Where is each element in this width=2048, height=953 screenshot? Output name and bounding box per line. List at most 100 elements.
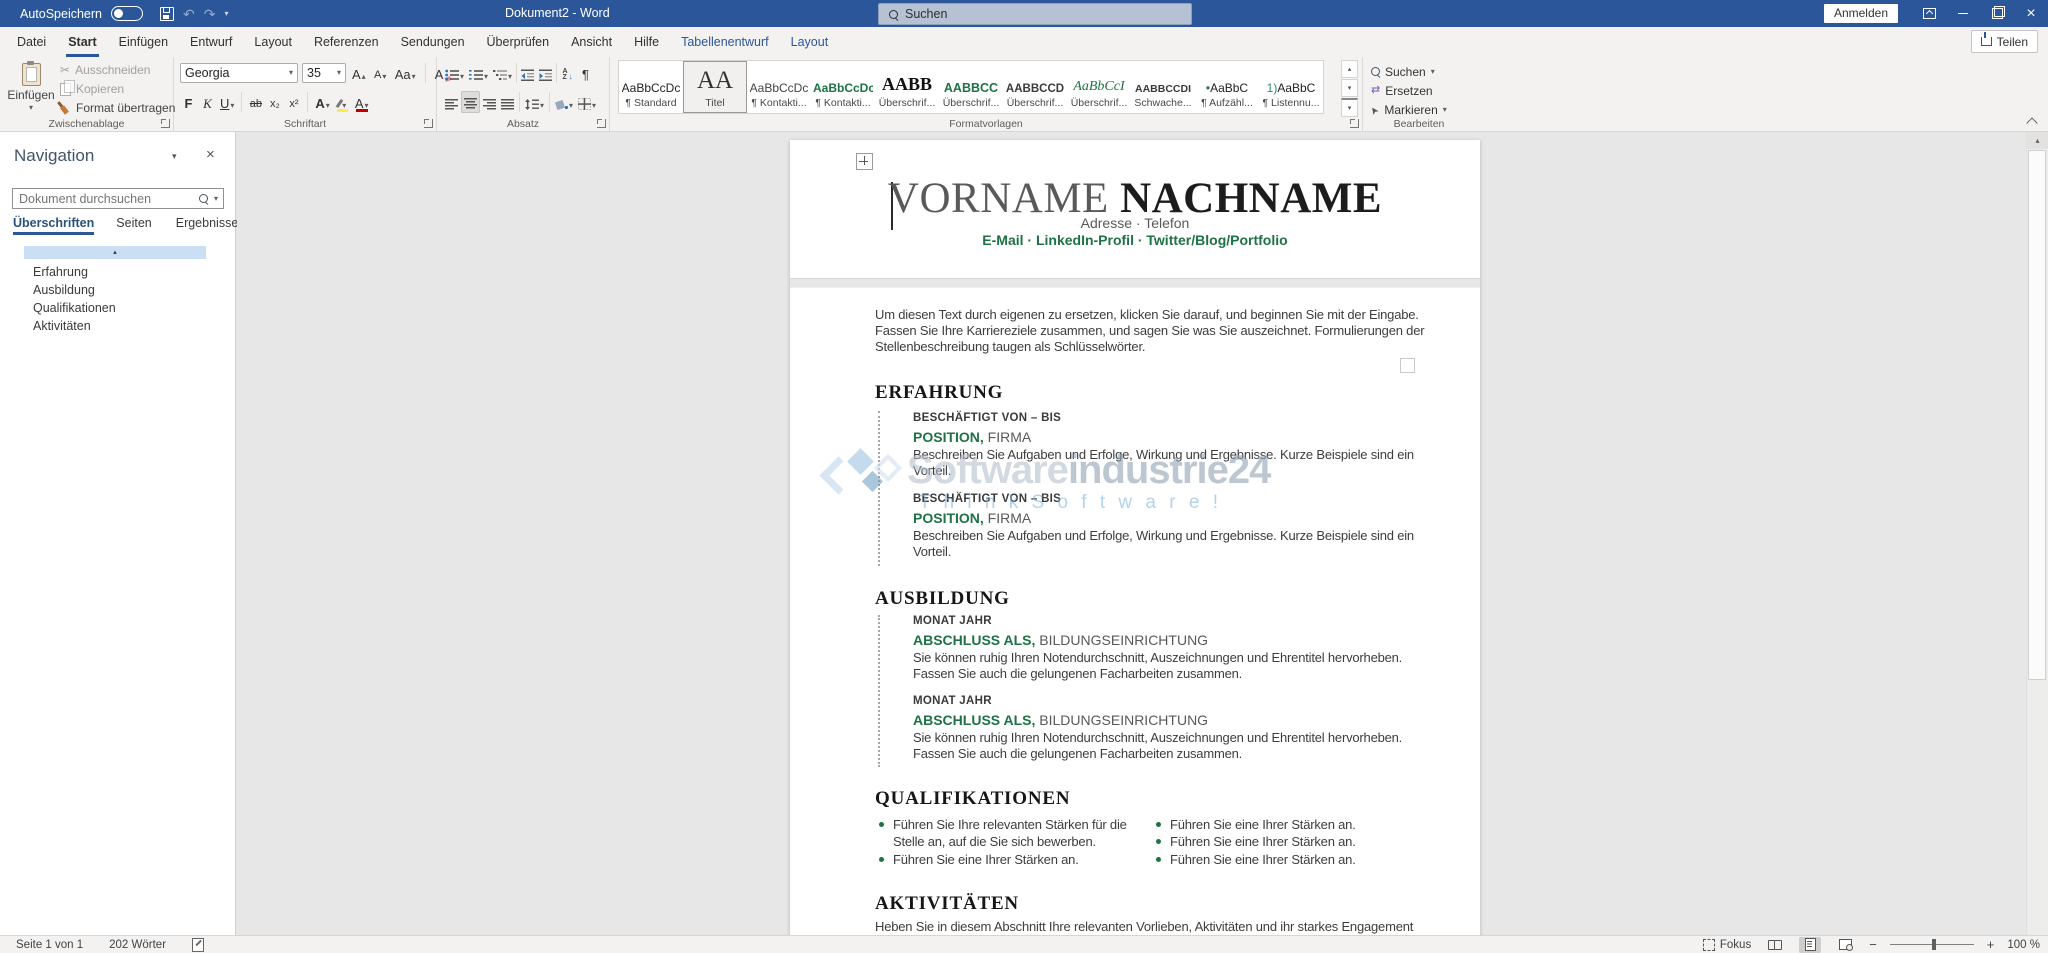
undo-icon[interactable]: ↶ <box>183 7 195 21</box>
increase-indent-button[interactable] <box>537 62 554 84</box>
heading-erfahrung[interactable]: ERFAHRUNG <box>875 382 1003 404</box>
tab-datei[interactable]: Datei <box>6 27 57 57</box>
styles-scroll-up-button[interactable]: ▴ <box>1341 60 1358 78</box>
change-case-button[interactable]: Aa▾ <box>393 62 418 84</box>
tab-ueberpruefen[interactable]: Überprüfen <box>476 27 561 57</box>
heading-aktivitaeten[interactable]: AKTIVITÄTEN <box>875 893 1019 915</box>
page-indicator[interactable]: Seite 1 von 1 <box>16 939 83 951</box>
word-count[interactable]: 202 Wörter <box>109 939 166 951</box>
formatvorlagen-dialog-launcher-icon[interactable] <box>1350 119 1359 128</box>
ribbon-display-options-button[interactable] <box>1912 0 1946 27</box>
print-layout-button[interactable] <box>1799 937 1821 953</box>
zoom-slider[interactable] <box>1890 944 1974 946</box>
tab-referenzen[interactable]: Referenzen <box>303 27 390 57</box>
italic-button[interactable]: K <box>199 91 216 113</box>
document-search-input[interactable] <box>13 192 199 206</box>
job1-dates[interactable]: BESCHÄFTIGT VON – BIS <box>913 412 1061 424</box>
skill-right-3[interactable]: Führen Sie eine Ihrer Stärken an. <box>1170 852 1356 867</box>
restore-button[interactable] <box>1980 0 2014 27</box>
edu1-description[interactable]: Sie können ruhig Ihren Notendurchschnitt… <box>913 650 1402 682</box>
tab-entwurf[interactable]: Entwurf <box>179 27 243 57</box>
grow-font-button[interactable]: A▴ <box>350 62 368 84</box>
font-color-button[interactable]: A▾ <box>353 91 371 113</box>
nav-tab-seiten[interactable]: Seiten <box>116 216 151 235</box>
job2-description[interactable]: Beschreiben Sie Aufgaben und Erfolge, Wi… <box>913 528 1414 560</box>
nav-tab-ueberschriften[interactable]: Überschriften <box>13 216 94 235</box>
tab-sendungen[interactable]: Sendungen <box>390 27 476 57</box>
zoom-out-button[interactable]: − <box>1869 937 1877 952</box>
save-icon[interactable] <box>160 7 174 21</box>
font-name-combobox[interactable]: Georgia ▾ <box>180 63 298 83</box>
style-kontakt2[interactable]: AaBbCcDc ¶ Kontakti... <box>811 61 875 113</box>
heading-ausbildung[interactable]: AUSBILDUNG <box>875 588 1010 610</box>
autosave-toggle[interactable] <box>111 6 143 21</box>
style-listennummer[interactable]: 1) AaBbC ¶ Listennu... <box>1259 61 1323 113</box>
tab-tabellenentwurf[interactable]: Tabellenentwurf <box>670 27 780 57</box>
table-move-handle-icon[interactable] <box>856 153 873 170</box>
bold-button[interactable]: F <box>180 91 197 113</box>
redo-icon[interactable]: ↷ <box>204 7 216 21</box>
style-kontakt1[interactable]: AaBbCcDc ¶ Kontakti... <box>747 61 811 113</box>
bullets-button[interactable]: ▾ <box>443 62 466 84</box>
intro-paragraph[interactable]: Um diesen Text durch eigenen zu ersetzen… <box>875 307 1424 356</box>
edu1-dates[interactable]: MONAT JAHR <box>913 615 992 627</box>
align-center-button[interactable] <box>461 91 480 113</box>
edu2-degree[interactable]: ABSCHLUSS ALS, BILDUNGSEINRICHTUNG <box>913 712 1208 728</box>
navigation-pane-close-icon[interactable]: × <box>206 146 215 163</box>
cut-button[interactable]: ✂ Ausschneiden <box>60 62 175 78</box>
nav-heading-ausbildung[interactable]: Ausbildung <box>33 283 95 297</box>
shading-button[interactable]: ▾ <box>553 91 575 113</box>
nav-heading-selected[interactable]: ▴ <box>24 246 206 259</box>
heading-qualifikationen[interactable]: QUALIFIKATIONEN <box>875 788 1070 810</box>
tab-hilfe[interactable]: Hilfe <box>623 27 670 57</box>
scroll-up-icon[interactable]: ▴ <box>2027 132 2048 149</box>
align-left-button[interactable] <box>443 91 460 113</box>
superscript-button[interactable]: x² <box>285 91 302 113</box>
show-paragraph-marks-button[interactable]: ¶ <box>577 62 594 84</box>
nav-heading-qualifikationen[interactable]: Qualifikationen <box>33 301 116 315</box>
proofing-icon[interactable] <box>192 938 204 952</box>
tab-start[interactable]: Start <box>57 27 107 57</box>
strikethrough-button[interactable]: ab <box>247 91 264 113</box>
styles-scroll-down-button[interactable]: ▾ <box>1341 79 1358 97</box>
underline-button[interactable]: U▾ <box>218 91 236 113</box>
web-layout-button[interactable] <box>1834 937 1856 953</box>
job1-description[interactable]: Beschreiben Sie Aufgaben und Erfolge, Wi… <box>913 447 1414 479</box>
skill-left-1-line2[interactable]: Stelle an, auf die Sie sich bewerben. <box>893 834 1096 849</box>
minimize-button[interactable] <box>1946 0 1980 27</box>
borders-button[interactable]: ▾ <box>576 91 598 113</box>
tab-ansicht[interactable]: Ansicht <box>560 27 623 57</box>
skill-left-1-line1[interactable]: Führen Sie Ihre relevanten Stärken für d… <box>893 817 1127 832</box>
paste-button[interactable]: Einfügen ▾ <box>6 61 56 121</box>
edu2-description[interactable]: Sie können ruhig Ihren Notendurchschnitt… <box>913 730 1402 762</box>
document-search-box[interactable]: ▾ <box>12 188 224 209</box>
read-mode-button[interactable] <box>1764 937 1786 953</box>
select-button[interactable]: ➤ Markieren ▾ <box>1371 101 1447 118</box>
style-ueberschrift3[interactable]: AABBCCD Überschrif... <box>1003 61 1067 113</box>
line-spacing-button[interactable]: ▾ <box>523 91 546 113</box>
copy-button[interactable]: Kopieren <box>60 81 175 97</box>
styles-gallery-more-button[interactable]: ▾ <box>1341 98 1358 117</box>
tab-tabellen-layout[interactable]: Layout <box>780 27 840 57</box>
job2-position[interactable]: POSITION, FIRMA <box>913 510 1031 526</box>
zwischenablage-dialog-launcher-icon[interactable] <box>161 119 170 128</box>
sort-button[interactable]: AZ ↓ <box>559 62 576 84</box>
style-ueberschrift4[interactable]: AaBbCcI Überschrif... <box>1067 61 1131 113</box>
style-ueberschrift1[interactable]: AABB Überschrif... <box>875 61 939 113</box>
text-effects-button[interactable]: A▾ <box>313 91 331 113</box>
zoom-level[interactable]: 100 % <box>2007 939 2040 951</box>
share-button[interactable]: Teilen <box>1971 30 2038 53</box>
skill-right-1[interactable]: Führen Sie eine Ihrer Stärken an. <box>1170 817 1356 832</box>
search-box[interactable]: Suchen <box>878 3 1192 25</box>
sign-in-button[interactable]: Anmelden <box>1824 4 1898 23</box>
document-search-icon[interactable] <box>199 194 208 203</box>
style-standard[interactable]: AaBbCcDc ¶ Standard <box>619 61 683 113</box>
absatz-dialog-launcher-icon[interactable] <box>597 119 606 128</box>
decrease-indent-button[interactable] <box>519 62 536 84</box>
highlight-color-button[interactable]: ▾ <box>334 91 351 113</box>
nav-tab-ergebnisse[interactable]: Ergebnisse <box>176 216 239 235</box>
style-schwache-hervorhebung[interactable]: AABBCCDI Schwache... <box>1131 61 1195 113</box>
numbering-button[interactable]: ▾ <box>467 62 490 84</box>
nav-heading-erfahrung[interactable]: Erfahrung <box>33 265 88 279</box>
nav-heading-aktivitaeten[interactable]: Aktivitäten <box>33 319 91 333</box>
